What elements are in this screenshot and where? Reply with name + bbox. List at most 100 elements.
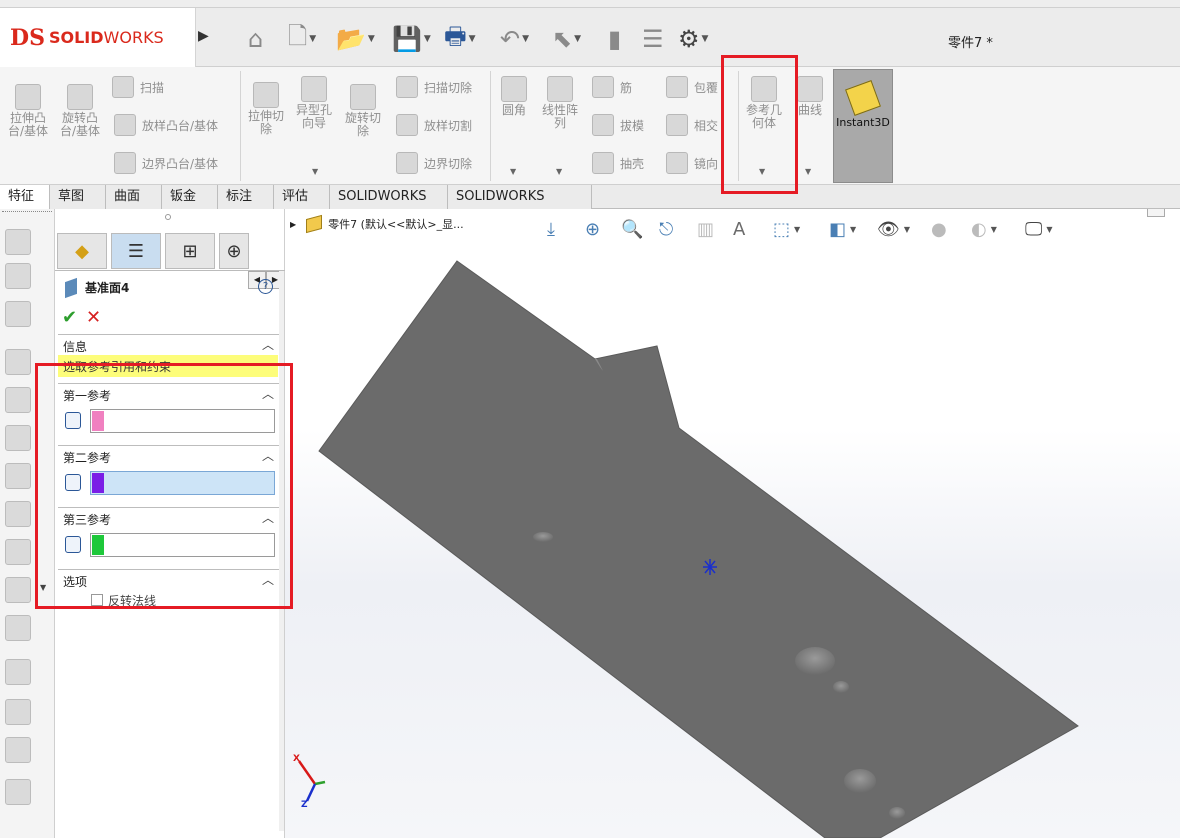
new-document-icon[interactable]: 🗋 ▼ bbox=[288, 22, 316, 56]
chevron-down-icon[interactable]: ▼ bbox=[469, 34, 476, 44]
dimxpert-tab[interactable]: ⊕ bbox=[219, 233, 249, 269]
help-icon[interactable]: ? bbox=[258, 279, 273, 294]
ring-icon[interactable] bbox=[5, 699, 31, 725]
tab-markup[interactable]: 标注 bbox=[218, 185, 274, 209]
wheel-icon[interactable] bbox=[5, 737, 31, 763]
section-options-header[interactable]: 选项 ︿ bbox=[58, 569, 280, 589]
shell-button[interactable]: 抽壳 bbox=[592, 152, 644, 174]
part-body[interactable] bbox=[318, 260, 1079, 838]
menu-expand-arrow-icon[interactable]: ▶ bbox=[198, 28, 210, 46]
chevron-down-icon[interactable]: ▼ bbox=[702, 34, 709, 44]
home-icon[interactable]: ⌂ bbox=[248, 22, 263, 56]
loft-boss-button[interactable]: 放样凸台/基体 bbox=[114, 114, 218, 136]
draft-button[interactable]: 拔模 bbox=[592, 114, 644, 136]
sheet-icon[interactable] bbox=[5, 501, 31, 527]
panel-scrollbar[interactable] bbox=[279, 271, 284, 831]
section-first-reference-header[interactable]: 第一参考 ︿ bbox=[58, 383, 280, 403]
section-third-reference-header[interactable]: 第三参考 ︿ bbox=[58, 507, 280, 527]
rib-button[interactable]: 筋 bbox=[592, 76, 632, 98]
chevron-up-icon[interactable]: ︿ bbox=[262, 571, 274, 588]
options-gear-icon[interactable]: ⚙ ▼ bbox=[678, 22, 708, 56]
boundary-boss-button[interactable]: 边界凸台/基体 bbox=[114, 152, 218, 174]
mirror-button[interactable]: 镜向 bbox=[666, 152, 718, 174]
frame-icon[interactable] bbox=[5, 659, 31, 685]
chevron-up-icon[interactable]: ︿ bbox=[262, 509, 274, 526]
toolbar-grip[interactable] bbox=[2, 211, 52, 214]
select-cursor-icon[interactable]: ⬉ ▼ bbox=[552, 22, 581, 56]
solidworks-logo[interactable]: DS SOLID WORKS bbox=[0, 8, 196, 67]
revolve-cut-label: 旋转切除 bbox=[344, 111, 381, 138]
open-folder-icon[interactable]: 📂 ▼ bbox=[336, 22, 375, 56]
sweep-surface-icon[interactable] bbox=[5, 425, 31, 451]
swept-cut-button[interactable]: 扫描切除 bbox=[396, 76, 472, 98]
box-icon[interactable] bbox=[5, 263, 31, 289]
property-manager-tab[interactable]: ☰ bbox=[111, 233, 161, 269]
chevron-up-icon[interactable]: ︿ bbox=[262, 385, 274, 402]
tab-evaluate[interactable]: 评估 bbox=[274, 185, 330, 209]
print-icon[interactable]: 🖶 ▼ bbox=[444, 22, 476, 56]
curves-button[interactable]: 曲线 bbox=[792, 76, 828, 117]
first-reference-field[interactable] bbox=[90, 409, 275, 433]
flip-normal-checkbox[interactable] bbox=[91, 594, 103, 606]
undo-icon[interactable]: ↶ ▼ bbox=[500, 22, 529, 56]
tab-features[interactable]: 特征 bbox=[0, 185, 50, 209]
graphics-area[interactable]: ▶ 零件7 (默认<<默认>_显... ⤓ ⊕ 🔍 ⎋ ▥ A ⬚ ▼ ◧ ▼ 👁 ▼… bbox=[285, 209, 1180, 838]
section-second-reference-header[interactable]: 第二参考 ︿ bbox=[58, 445, 280, 465]
ok-check-button[interactable]: ✔ bbox=[62, 307, 77, 328]
chevron-down-icon[interactable]: ▼ bbox=[805, 167, 811, 176]
chevron-down-icon[interactable]: ▼ bbox=[424, 34, 431, 44]
sweep-button[interactable]: 扫描 bbox=[112, 76, 164, 98]
chevron-down-icon[interactable]: ▼ bbox=[556, 167, 562, 176]
tab-surfaces[interactable]: 曲面 bbox=[106, 185, 162, 209]
chevron-down-icon[interactable]: ▼ bbox=[759, 167, 765, 176]
file-properties-icon[interactable]: ☰ bbox=[642, 22, 664, 56]
panel-grip[interactable] bbox=[165, 214, 171, 220]
tab-solidworks-inspection[interactable]: SOLIDWORKS Inspection bbox=[448, 185, 592, 227]
boundary-cut-button[interactable]: 边界切除 bbox=[396, 152, 472, 174]
extrude-boss-button[interactable]: 拉伸凸台/基体 bbox=[4, 84, 52, 138]
configuration-manager-tab[interactable]: ⊞ bbox=[165, 233, 215, 269]
chevron-up-icon[interactable]: ︿ bbox=[262, 336, 274, 353]
stairs-icon[interactable] bbox=[5, 463, 31, 489]
reference-geometry-button[interactable]: 参考几何体 bbox=[742, 76, 786, 130]
chevron-down-icon[interactable]: ▼ bbox=[574, 34, 581, 44]
hammer-icon[interactable] bbox=[5, 615, 31, 641]
model-canvas[interactable]: X Z bbox=[285, 209, 1180, 838]
linear-pattern-button[interactable]: 线性阵列 bbox=[538, 76, 582, 130]
wrap-label: 包覆 bbox=[694, 80, 719, 95]
assembly-icon[interactable] bbox=[5, 779, 31, 805]
hole-wizard-button[interactable]: 异型孔向导 bbox=[292, 76, 336, 130]
second-reference-field[interactable] bbox=[90, 471, 275, 495]
chevron-down-icon[interactable]: ▼ bbox=[40, 583, 46, 592]
pyramid-icon[interactable] bbox=[5, 539, 31, 565]
chevron-down-icon[interactable]: ▼ bbox=[522, 34, 529, 44]
third-reference-field[interactable] bbox=[90, 533, 275, 557]
command-tabs: 特征 草图 曲面 钣金 标注 评估 SOLIDWORKS 插件 SOLIDWOR… bbox=[0, 185, 1180, 227]
extrude-cut-button[interactable]: 拉伸切除 bbox=[244, 82, 288, 136]
instant3d-button[interactable]: Instant3D bbox=[833, 69, 893, 183]
chevron-up-icon[interactable]: ︿ bbox=[262, 447, 274, 464]
cancel-x-button[interactable]: ✕ bbox=[86, 307, 101, 328]
feature-manager-tab[interactable]: ◆ bbox=[57, 233, 107, 269]
traffic-light-icon[interactable]: ▮ bbox=[608, 22, 621, 56]
save-icon[interactable]: 💾 ▼ bbox=[392, 22, 431, 56]
tab-sketch[interactable]: 草图 bbox=[50, 185, 106, 209]
cube-icon[interactable] bbox=[5, 387, 31, 413]
extrude-icon[interactable] bbox=[5, 229, 31, 255]
revolve-icon[interactable] bbox=[5, 349, 31, 375]
revolve-boss-button[interactable]: 旋转凸台/基体 bbox=[56, 84, 104, 138]
shell-cup-icon[interactable] bbox=[5, 577, 31, 603]
chevron-down-icon[interactable]: ▼ bbox=[309, 34, 316, 44]
chevron-down-icon[interactable]: ▼ bbox=[510, 167, 516, 176]
tab-sheet-metal[interactable]: 钣金 bbox=[162, 185, 218, 209]
lofted-cut-button[interactable]: 放样切割 bbox=[396, 114, 472, 136]
wrap-button[interactable]: 包覆 bbox=[666, 76, 718, 98]
section-info-header[interactable]: 信息 ︿ bbox=[58, 334, 280, 354]
revolve-cut-button[interactable]: 旋转切除 bbox=[341, 84, 385, 138]
intersect-button[interactable]: 相交 bbox=[666, 114, 718, 136]
fillet-button[interactable]: 圆角 bbox=[496, 76, 532, 117]
tab-solidworks-addins[interactable]: SOLIDWORKS 插件 bbox=[330, 185, 448, 227]
boss-icon[interactable] bbox=[5, 301, 31, 327]
chevron-down-icon[interactable]: ▼ bbox=[368, 34, 375, 44]
chevron-down-icon[interactable]: ▼ bbox=[312, 167, 318, 176]
